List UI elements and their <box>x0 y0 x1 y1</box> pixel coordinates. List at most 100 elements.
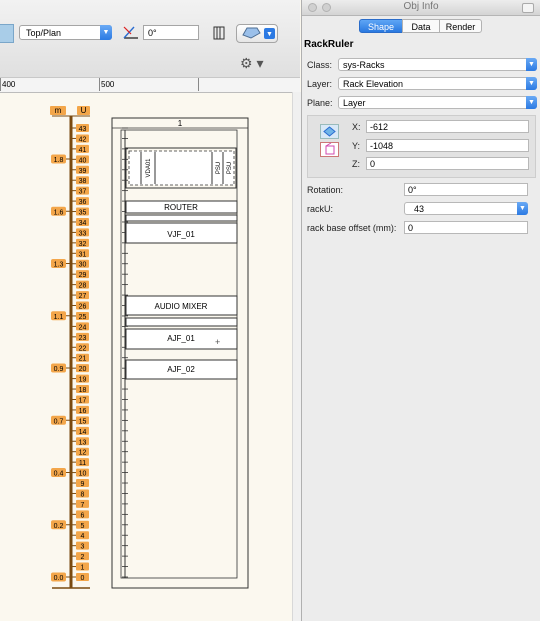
m-label: 0.4 <box>54 471 64 478</box>
u-label: 33 <box>79 230 87 237</box>
m-label: 1.6 <box>54 209 64 216</box>
render-mode-button[interactable]: ▼ <box>236 24 278 43</box>
layers-icon[interactable] <box>213 26 225 40</box>
u-label: 39 <box>79 168 87 175</box>
obj-info-palette: Obj Info Shape Data Render RackRuler Cla… <box>301 0 540 621</box>
u-label: 42 <box>79 136 87 143</box>
rotation-label: Rotation: <box>307 185 344 195</box>
drawing-canvas[interactable]: m U 012345678910111213141516171819202122… <box>0 92 300 621</box>
palette-titlebar[interactable]: Obj Info <box>302 0 540 16</box>
render-cube-icon: ▼ <box>242 27 275 39</box>
chevron-down-icon: ▼ <box>526 96 537 109</box>
u-label: 2 <box>81 554 85 561</box>
blank-panel[interactable] <box>125 317 238 327</box>
router-label: ROUTER <box>164 203 198 212</box>
ajf01-unit[interactable]: AJF_01 <box>125 328 238 350</box>
vjf-label: VJF_01 <box>167 230 195 239</box>
u-label: 1 <box>81 565 85 572</box>
m-label: 1.1 <box>54 314 64 321</box>
tab-shape[interactable]: Shape <box>359 19 403 33</box>
palette-title: Obj Info <box>403 1 439 12</box>
layer-label: Layer: <box>307 79 333 89</box>
plane-label: Plane: <box>307 98 333 108</box>
u-label: 13 <box>79 439 87 446</box>
u-label: 22 <box>79 345 87 352</box>
object-type-title: RackRuler <box>304 39 354 50</box>
rack-elevation[interactable]: 1 VDA01 PSU PSU ROUTER VJF_01 AUDIO MIXE… <box>111 117 249 589</box>
psu-label: PSU <box>227 162 233 174</box>
tab-render[interactable]: Render <box>439 19 482 33</box>
toolbar-toggle-icon[interactable] <box>522 3 534 13</box>
x-field[interactable]: -612 <box>366 120 529 133</box>
u-label: 5 <box>81 523 85 530</box>
u-label: 12 <box>79 450 87 457</box>
blank-panel[interactable] <box>125 214 238 222</box>
position-box-icon[interactable] <box>320 124 339 139</box>
z-field[interactable]: 0 <box>366 157 529 170</box>
u-label: 28 <box>79 283 87 290</box>
rack-ruler[interactable]: m U 012345678910111213141516171819202122… <box>50 106 90 589</box>
u-label: 9 <box>81 481 85 488</box>
x-label: X: <box>352 122 361 132</box>
view-toolbar: Top/Plan ▼ 0° ▼ ⚙︎ ▾ 400 500 <box>0 0 300 93</box>
z-label: Z: <box>352 159 360 169</box>
audio-mixer-label: AUDIO MIXER <box>155 302 208 311</box>
u-label: 16 <box>79 408 87 415</box>
u-label: 15 <box>79 418 87 425</box>
class-select[interactable]: sys-Racks ▼ <box>338 58 537 71</box>
u-label: 27 <box>79 293 87 300</box>
ajf02-unit[interactable]: AJF_02 <box>125 359 238 380</box>
audio-mixer-unit[interactable]: AUDIO MIXER <box>125 295 238 316</box>
u-label: 4 <box>81 533 85 540</box>
m-label: 0.2 <box>54 523 64 530</box>
angle-field[interactable]: 0° <box>143 25 199 40</box>
psu-label: PSU <box>216 162 222 174</box>
tab-data[interactable]: Data <box>402 19 440 33</box>
u-label: 37 <box>79 189 87 196</box>
ruler-label: 500 <box>101 80 115 89</box>
u-label: 24 <box>79 324 87 331</box>
u-label: 31 <box>79 251 87 258</box>
u-label: 32 <box>79 241 87 248</box>
racku-label: rackU: <box>307 204 334 214</box>
vda-label: VDA01 <box>146 158 152 178</box>
u-label: 34 <box>79 220 87 227</box>
u-label: 3 <box>81 544 85 551</box>
u-label: 0 <box>81 575 85 582</box>
ruler-label: 400 <box>2 80 16 89</box>
plane-value: Layer <box>343 98 366 108</box>
svg-text:▼: ▼ <box>266 31 273 38</box>
view-layer-icon[interactable] <box>0 24 14 43</box>
coordinates-panel: X: -612 Y: -1048 Z: 0 <box>307 115 536 178</box>
u-label: 21 <box>79 356 87 363</box>
vjf-unit[interactable]: VJF_01 <box>125 222 238 244</box>
plane-select[interactable]: Layer ▼ <box>338 96 537 109</box>
rack-base-offset-field[interactable]: 0 <box>404 221 528 234</box>
vda-unit[interactable]: VDA01 PSU PSU <box>125 147 237 189</box>
anchor-point-icon[interactable] <box>320 142 339 157</box>
m-label: 1.8 <box>54 157 64 164</box>
u-label: 14 <box>79 429 87 436</box>
rotation-field[interactable]: 0° <box>404 183 528 196</box>
chevron-down-icon: ▼ <box>517 202 528 215</box>
u-label: 10 <box>79 471 87 478</box>
u-label: 35 <box>79 210 87 217</box>
view-select-value: Top/Plan <box>26 28 62 38</box>
layer-select[interactable]: Rack Elevation ▼ <box>338 77 537 90</box>
angle-icon <box>123 26 138 39</box>
u-label: 40 <box>79 157 87 164</box>
gear-icon[interactable]: ⚙︎ ▾ <box>240 55 266 71</box>
racku-select[interactable]: 43 ▼ <box>404 202 528 215</box>
u-label: 11 <box>79 460 86 467</box>
u-label: 36 <box>79 199 87 206</box>
view-select[interactable]: Top/Plan ▼ <box>19 25 112 40</box>
racku-value: 43 <box>414 204 425 214</box>
u-label: 41 <box>79 147 87 154</box>
m-label: 1.3 <box>54 262 64 269</box>
router-unit[interactable]: ROUTER <box>125 200 238 214</box>
y-field[interactable]: -1048 <box>366 139 529 152</box>
u-label: 38 <box>79 178 87 185</box>
vertical-scrollbar[interactable] <box>292 92 301 621</box>
m-label: 0.0 <box>54 575 64 582</box>
m-label: 0.7 <box>54 418 64 425</box>
